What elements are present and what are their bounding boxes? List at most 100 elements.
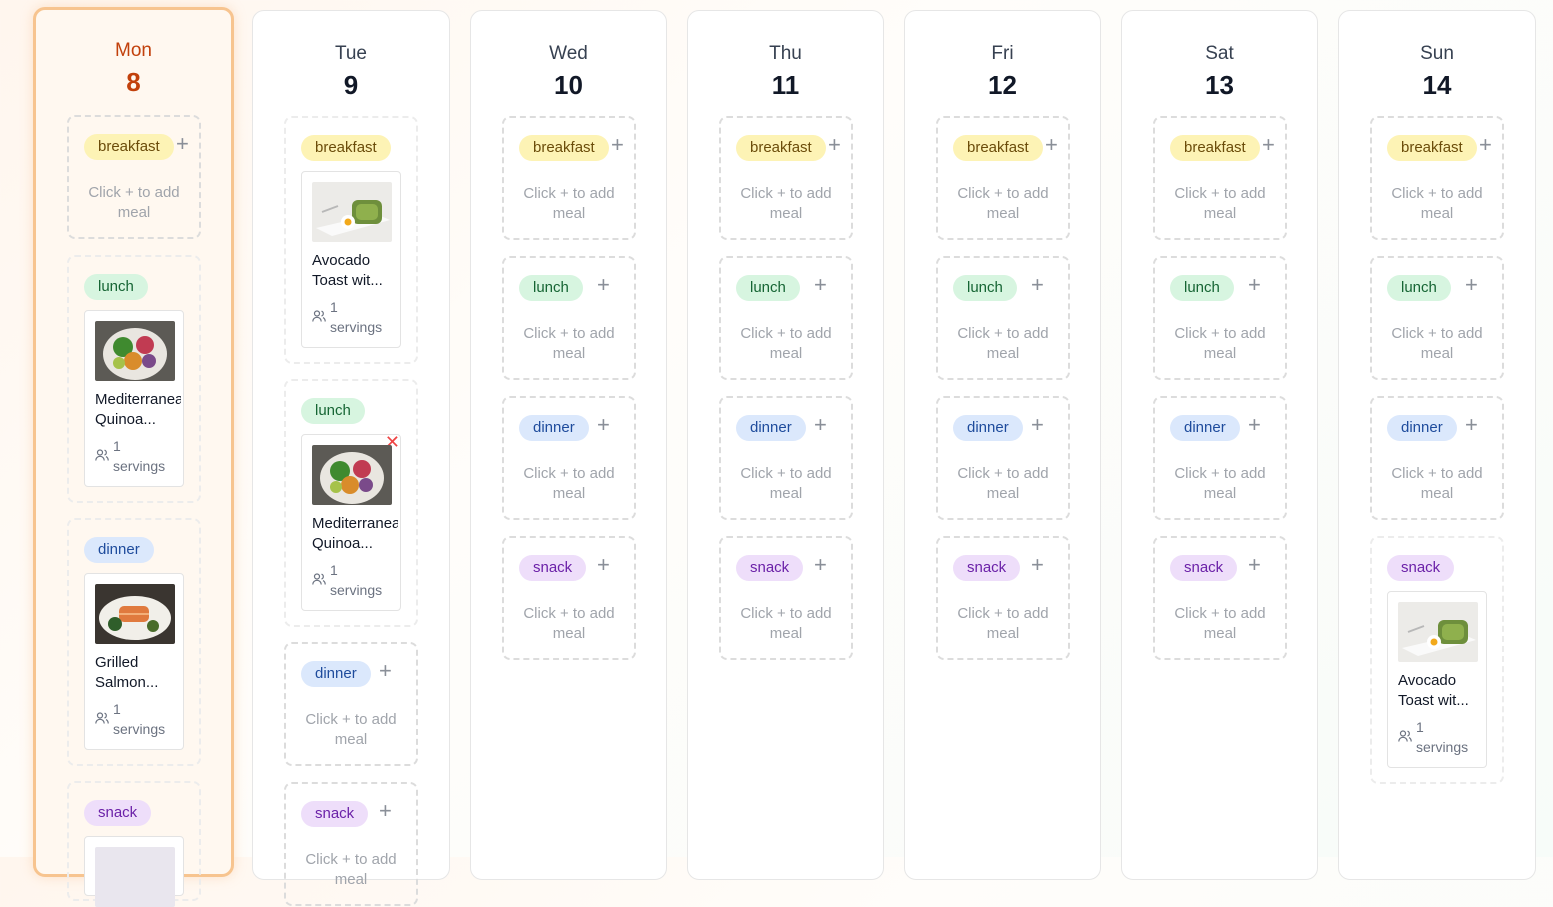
add-meal-icon[interactable]: + [1248,272,1261,298]
meal-type-badge: lunch [519,275,583,301]
add-meal-icon[interactable]: + [1465,412,1478,438]
recipe-title: MediterraneanQuinoa... [95,391,181,428]
add-meal-icon[interactable]: + [1045,132,1058,158]
meal-type-badge: breakfast [1170,135,1260,161]
add-meal-icon[interactable]: + [814,412,827,438]
empty-slot-hint: Click + to add meal [1174,185,1266,222]
meal-slot-lunch[interactable]: lunch + Click + to add meal [1370,256,1504,380]
empty-slot-hint: Click + to add meal [1391,185,1483,222]
recipe-card[interactable]: Grilled Salmon... 1 servings [84,573,184,750]
add-meal-icon[interactable]: + [1262,132,1275,158]
meal-slot-snack[interactable]: snack + Click + to add meal [502,536,636,660]
meal-type-badge: dinner [1387,415,1457,441]
recipe-card[interactable]: MediterraneanQuinoa... 1servings [84,310,184,487]
meal-slot-lunch: lunch MediterraneanQuinoa... 1servings [67,255,201,503]
recipe-image-avocado-toast [312,182,392,242]
empty-slot-hint: Click + to add meal [740,325,832,362]
empty-slot-hint: Click + to add meal [88,184,180,221]
meal-slot-snack[interactable]: snack + Click + to add meal [936,536,1070,660]
recipe-card[interactable]: Avocado Toast wit... 1 servings [301,171,401,348]
meal-slot-breakfast[interactable]: breakfast + Click + to add meal [719,116,853,240]
empty-slot-hint: Click + to add meal [1174,325,1266,362]
meal-type-badge: dinner [301,661,371,687]
meal-slot-snack[interactable]: snack + Click + to add meal [719,536,853,660]
meal-slot-lunch[interactable]: lunch + Click + to add meal [936,256,1070,380]
add-meal-icon[interactable]: + [1465,272,1478,298]
servings-icon [95,449,109,461]
day-number: 14 [1422,70,1452,100]
servings-count: 1 servings [113,438,166,474]
day-name: Thu [769,43,802,64]
meal-slot-dinner[interactable]: dinner + Click + to add meal [284,642,418,766]
meal-slot-lunch[interactable]: lunch + Click + to add meal [1153,256,1287,380]
empty-slot-hint: Click + to add meal [1391,465,1483,502]
meal-slot-dinner[interactable]: dinner + Click + to add meal [1153,396,1287,520]
empty-slot-hint: Click + to add meal [740,605,832,642]
day-number: 10 [554,70,583,100]
recipe-card[interactable]: Avocado Toast wit... 1 servings [1387,591,1487,768]
add-meal-icon[interactable]: + [379,658,392,684]
add-meal-icon[interactable]: + [597,552,610,578]
empty-slot-hint: Click + to add meal [957,325,1049,362]
add-meal-icon[interactable]: + [597,412,610,438]
meal-type-badge: breakfast [519,135,609,161]
day-number: 11 [771,70,800,100]
meal-slot-lunch[interactable]: lunch + Click + to add meal [719,256,853,380]
meal-type-badge: dinner [953,415,1023,441]
day-name: Sun [1420,43,1454,64]
day-header: Wed 10 [471,43,666,103]
add-meal-icon[interactable]: + [611,132,624,158]
meal-type-badge: snack [519,555,587,581]
recipe-image [95,847,175,907]
meal-type-badge: snack [1170,555,1238,581]
meal-type-badge: lunch [1387,275,1451,301]
add-meal-icon[interactable]: + [814,552,827,578]
add-meal-icon[interactable]: + [828,132,841,158]
recipe-card[interactable]: ✕ MediterraneanQuinoa... 1servings [301,433,401,611]
add-meal-icon[interactable]: + [1031,552,1044,578]
meal-slot-lunch[interactable]: lunch + Click + to add meal [502,256,636,380]
add-meal-icon[interactable]: + [176,131,189,157]
weekly-meal-planner: Mon 8 breakfast + Click + to add meal lu… [0,0,1553,907]
meal-slot-breakfast[interactable]: breakfast + Click + to add meal [67,115,201,239]
servings-count: 1 servings [330,562,383,598]
meal-slot-dinner[interactable]: dinner + Click + to add meal [1370,396,1504,520]
empty-slot-hint: Click + to add meal [740,185,832,222]
day-number: 12 [988,70,1017,100]
add-meal-icon[interactable]: + [1248,552,1261,578]
meal-type-badge: breakfast [301,135,391,161]
day-header: Mon 8 [36,40,231,100]
meal-slot-snack[interactable]: snack + Click + to add meal [284,782,418,906]
recipe-title: MediterraneanQuinoa... [312,515,398,552]
servings-icon [95,712,109,724]
meal-slot-snack[interactable]: snack + Click + to add meal [1153,536,1287,660]
meal-slot-breakfast[interactable]: breakfast + Click + to add meal [1153,116,1287,240]
add-meal-icon[interactable]: + [1248,412,1261,438]
add-meal-icon[interactable]: + [1031,412,1044,438]
day-header: Thu 11 [688,43,883,103]
meal-slot-breakfast[interactable]: breakfast + Click + to add meal [1370,116,1504,240]
add-meal-icon[interactable]: + [1479,132,1492,158]
day-number: 9 [343,70,359,100]
meal-slot-dinner[interactable]: dinner + Click + to add meal [936,396,1070,520]
empty-slot-hint: Click + to add meal [1174,465,1266,502]
meal-slot-dinner[interactable]: dinner + Click + to add meal [502,396,636,520]
meal-slot-breakfast[interactable]: breakfast + Click + to add meal [936,116,1070,240]
day-number: 8 [126,67,141,97]
day-column-sun: Sun 14 breakfast + Click + to add meal l… [1338,10,1536,880]
meal-slot-dinner[interactable]: dinner + Click + to add meal [719,396,853,520]
add-meal-icon[interactable]: + [597,272,610,298]
day-name: Wed [549,43,588,64]
meal-slot-breakfast[interactable]: breakfast + Click + to add meal [502,116,636,240]
recipe-image-grilled-salmon [95,584,175,644]
servings-count: 1 servings [1416,719,1469,755]
day-name: Mon [115,40,152,61]
recipe-image-quinoa-bowl [312,445,392,505]
add-meal-icon[interactable]: + [1031,272,1044,298]
add-meal-icon[interactable]: + [379,798,392,824]
add-meal-icon[interactable]: + [814,272,827,298]
recipe-card[interactable] [84,836,184,907]
meal-type-badge: dinner [736,415,806,441]
meal-slot-snack: snack [67,781,201,907]
meal-type-badge: lunch [1170,275,1234,301]
